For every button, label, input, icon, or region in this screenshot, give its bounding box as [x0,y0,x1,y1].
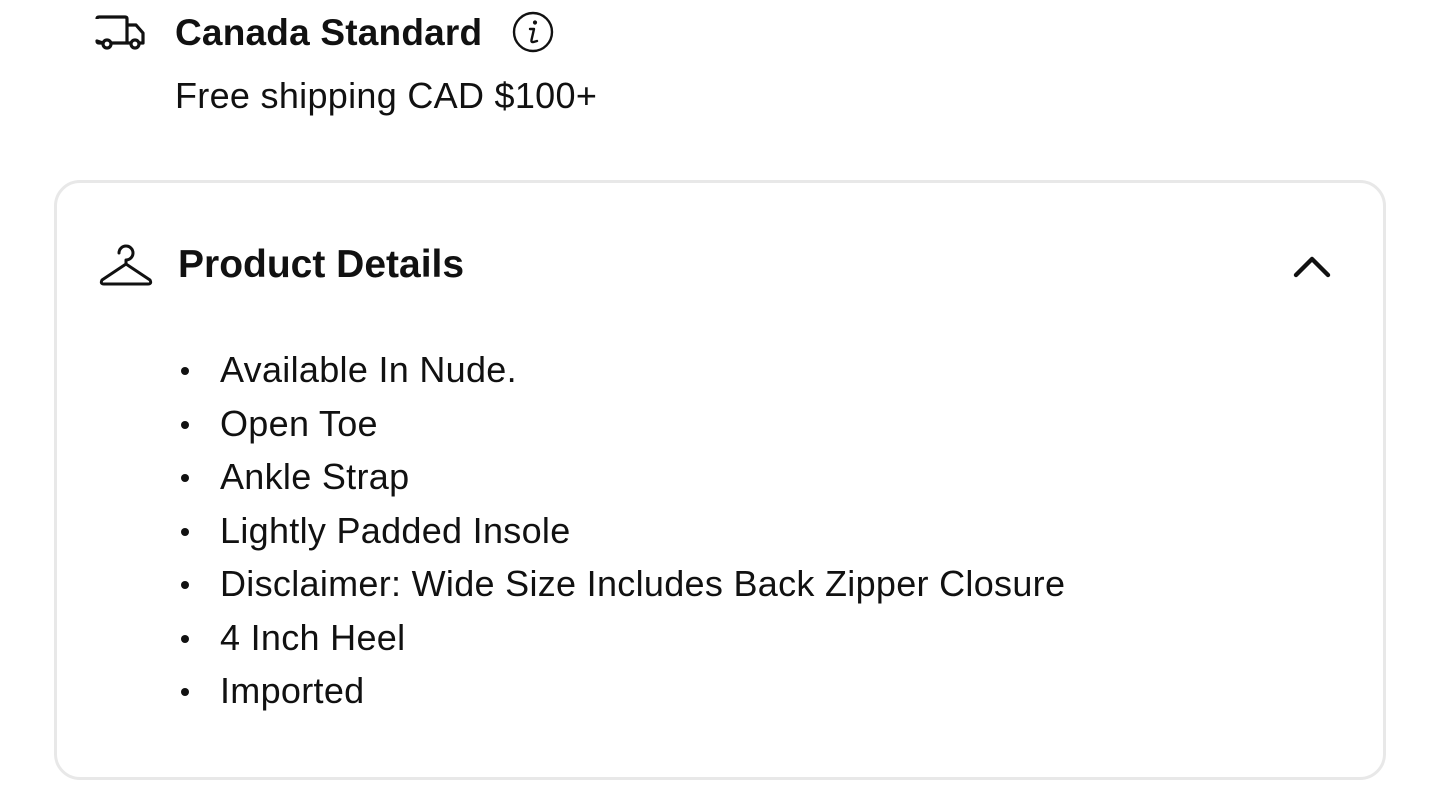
shipping-option: Canada Standard Free shipping CAD $100+ [0,0,1440,150]
list-item: Open Toe [177,397,1065,451]
info-icon[interactable] [512,11,554,53]
shipping-title: Canada Standard [175,12,483,53]
shipping-subtitle: Free shipping CAD $100+ [175,75,598,116]
list-item: Imported [177,664,1065,718]
list-item: Lightly Padded Insole [177,504,1065,558]
product-details-toggle[interactable]: Product Details [57,223,1383,303]
hanger-icon [99,244,153,286]
list-item: Available In Nude. [177,343,1065,397]
truck-icon [95,15,145,50]
product-details-title: Product Details [178,243,465,286]
list-item: 4 Inch Heel [177,611,1065,665]
product-details-panel: Product Details Available In Nude. Open … [54,180,1386,780]
list-item: Disclaimer: Wide Size Includes Back Zipp… [177,557,1065,611]
chevron-up-icon[interactable] [1290,247,1334,283]
list-item: Ankle Strap [177,450,1065,504]
product-details-list: Available In Nude. Open Toe Ankle Strap … [177,343,1065,718]
